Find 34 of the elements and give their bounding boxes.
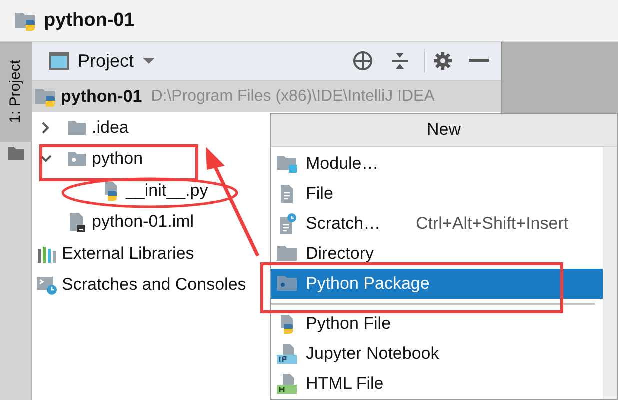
tree-item-label[interactable]: External Libraries <box>62 244 194 264</box>
window-title: python-01 <box>44 10 135 32</box>
menu-title: New <box>271 114 617 147</box>
panel-title[interactable]: Project <box>78 50 134 72</box>
menu-item[interactable]: HTML File <box>271 369 603 399</box>
html-file-icon <box>276 373 298 395</box>
project-path: D:\Program Files (x86)\IDE\IntelliJ IDEA <box>151 88 435 106</box>
menu-item[interactable]: Module… <box>271 149 603 179</box>
menu-item[interactable]: Jupyter Notebook <box>271 339 603 369</box>
module-icon <box>276 153 298 175</box>
settings-icon[interactable] <box>433 51 453 71</box>
minimize-icon[interactable] <box>469 59 489 63</box>
scratches-icon <box>36 274 58 296</box>
menu-item[interactable]: Python File <box>271 309 603 339</box>
project-name: python-01 <box>61 86 142 106</box>
folder-icon[interactable] <box>8 146 24 160</box>
tree-item-label[interactable]: Scratches and Consoles <box>62 275 246 296</box>
shortcut-label: Ctrl+Alt+Shift+Insert <box>416 214 569 234</box>
project-tool-tab[interactable]: 1: Project <box>0 42 32 142</box>
tree-item-label[interactable]: python-01.iml <box>92 212 194 232</box>
tree-item-label[interactable]: .idea <box>92 118 129 138</box>
tree-item-label[interactable]: python <box>92 149 144 170</box>
menu-item[interactable]: Python Package <box>271 269 603 299</box>
menu-item[interactable]: Directory <box>271 239 603 269</box>
collapse-all-icon[interactable] <box>390 51 410 71</box>
menu-item[interactable]: File <box>271 179 603 209</box>
menu-item[interactable]: Scratch… Ctrl+Alt+Shift+Insert <box>271 209 603 239</box>
notebook-file-icon <box>276 343 298 365</box>
tree-root-row[interactable]: python-01 D:\Program Files (x86)\IDE\IntelliJ IDEA <box>32 81 501 112</box>
crosshair-icon[interactable] <box>352 50 374 72</box>
chevron-icon[interactable] <box>40 122 52 134</box>
project-window-icon <box>48 51 70 71</box>
tree-item-label[interactable]: __init__.py <box>126 180 208 201</box>
dropdown-caret-icon[interactable] <box>142 57 156 65</box>
